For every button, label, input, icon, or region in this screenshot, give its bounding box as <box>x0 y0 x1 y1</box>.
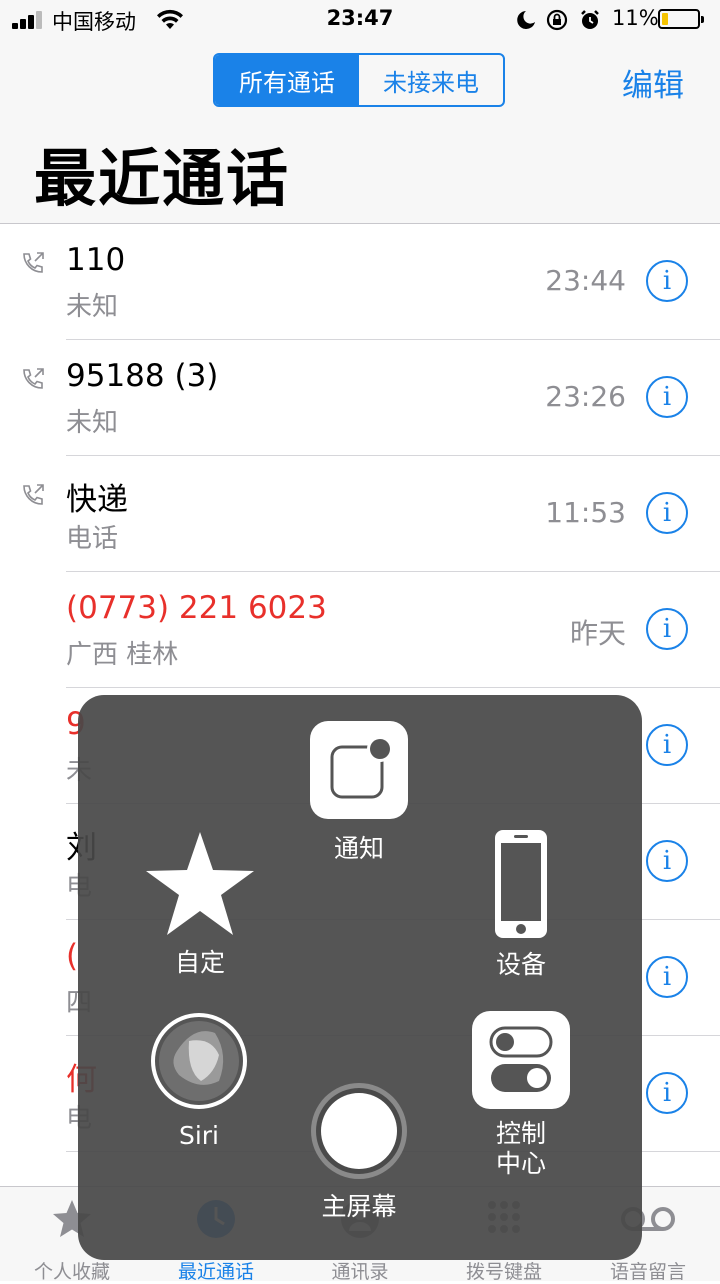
assistive-notification-button[interactable]: 通知 <box>304 721 414 865</box>
page-title: 最近通话 <box>34 142 291 215</box>
caller-subtitle: 广西 桂林 <box>66 640 179 670</box>
filter-segmented-control: 所有通话 未接来电 <box>213 53 505 107</box>
status-icons <box>516 8 606 36</box>
assistive-siri-label: Siri <box>178 1121 220 1150</box>
recents-header: 所有通话 未接来电 编辑 最近通话 <box>0 40 720 224</box>
assistive-device-button[interactable]: 设备 <box>466 829 576 981</box>
info-icon[interactable]: i <box>646 608 688 650</box>
toggle-switches-icon <box>466 1011 576 1109</box>
edit-button[interactable]: 编辑 <box>622 60 684 105</box>
info-icon[interactable]: i <box>646 376 688 418</box>
assistive-siri-button[interactable]: Siri <box>144 1011 254 1150</box>
rotation-lock-icon <box>546 9 568 31</box>
call-time: 11:53 <box>545 496 626 529</box>
segment-all-calls[interactable]: 所有通话 <box>215 55 359 105</box>
info-icon[interactable]: i <box>646 492 688 534</box>
caller-name: (0773) 221 6023 <box>66 590 327 626</box>
caller-subtitle: 未知 <box>66 292 119 322</box>
siri-icon <box>144 1011 254 1111</box>
caller-subtitle: 电话 <box>66 524 119 554</box>
alarm-icon <box>581 10 599 29</box>
notification-icon <box>304 721 414 819</box>
caller-subtitle: 未知 <box>66 408 119 438</box>
caller-name: ( <box>66 938 79 974</box>
call-time: 23:26 <box>545 380 626 413</box>
assistive-control-center-button[interactable]: 控制 中心 <box>466 1011 576 1179</box>
assistive-touch-menu: 通知 自定 设备 Siri 控制 中心 主屏幕 <box>78 695 642 1260</box>
assistive-home-label: 主屏幕 <box>321 1192 397 1221</box>
assistive-home-button[interactable]: 主屏幕 <box>304 1081 414 1223</box>
caller-name: 快递 <box>66 482 128 518</box>
battery-percent: 11% <box>612 6 659 30</box>
info-icon[interactable]: i <box>646 724 688 766</box>
call-row[interactable]: 95188 (3) 未知 23:26 i <box>0 340 720 456</box>
home-button-icon <box>304 1081 414 1181</box>
iphone-icon <box>466 829 576 939</box>
assistive-device-label: 设备 <box>495 950 546 979</box>
assistive-custom-button[interactable]: 自定 <box>140 829 260 979</box>
status-bar: 中国移动 23:47 11% <box>0 0 720 40</box>
assistive-control-center-label-line1: 控制 <box>495 1119 546 1148</box>
moon-icon <box>517 11 535 29</box>
call-time: 昨天 <box>569 617 626 650</box>
segment-missed-calls[interactable]: 未接来电 <box>359 55 503 105</box>
caller-name: 110 <box>66 242 126 278</box>
outgoing-call-icon <box>20 482 46 512</box>
caller-name: 95188 (3) <box>66 358 219 394</box>
info-icon[interactable]: i <box>646 956 688 998</box>
call-row[interactable]: 快递 电话 11:53 i <box>0 456 720 572</box>
call-row[interactable]: 110 未知 23:44 i <box>0 224 720 340</box>
assistive-notification-label: 通知 <box>333 834 384 863</box>
battery-icon <box>658 9 704 29</box>
info-icon[interactable]: i <box>646 840 688 882</box>
call-time: 23:44 <box>545 264 626 297</box>
call-row[interactable]: (0773) 221 6023 广西 桂林 昨天 i <box>0 572 720 688</box>
info-icon[interactable]: i <box>646 1072 688 1114</box>
star-icon <box>140 829 260 939</box>
assistive-control-center-label-line2: 中心 <box>495 1149 546 1178</box>
assistive-custom-label: 自定 <box>174 948 225 977</box>
outgoing-call-icon <box>20 366 46 396</box>
info-icon[interactable]: i <box>646 260 688 302</box>
outgoing-call-icon <box>20 250 46 280</box>
